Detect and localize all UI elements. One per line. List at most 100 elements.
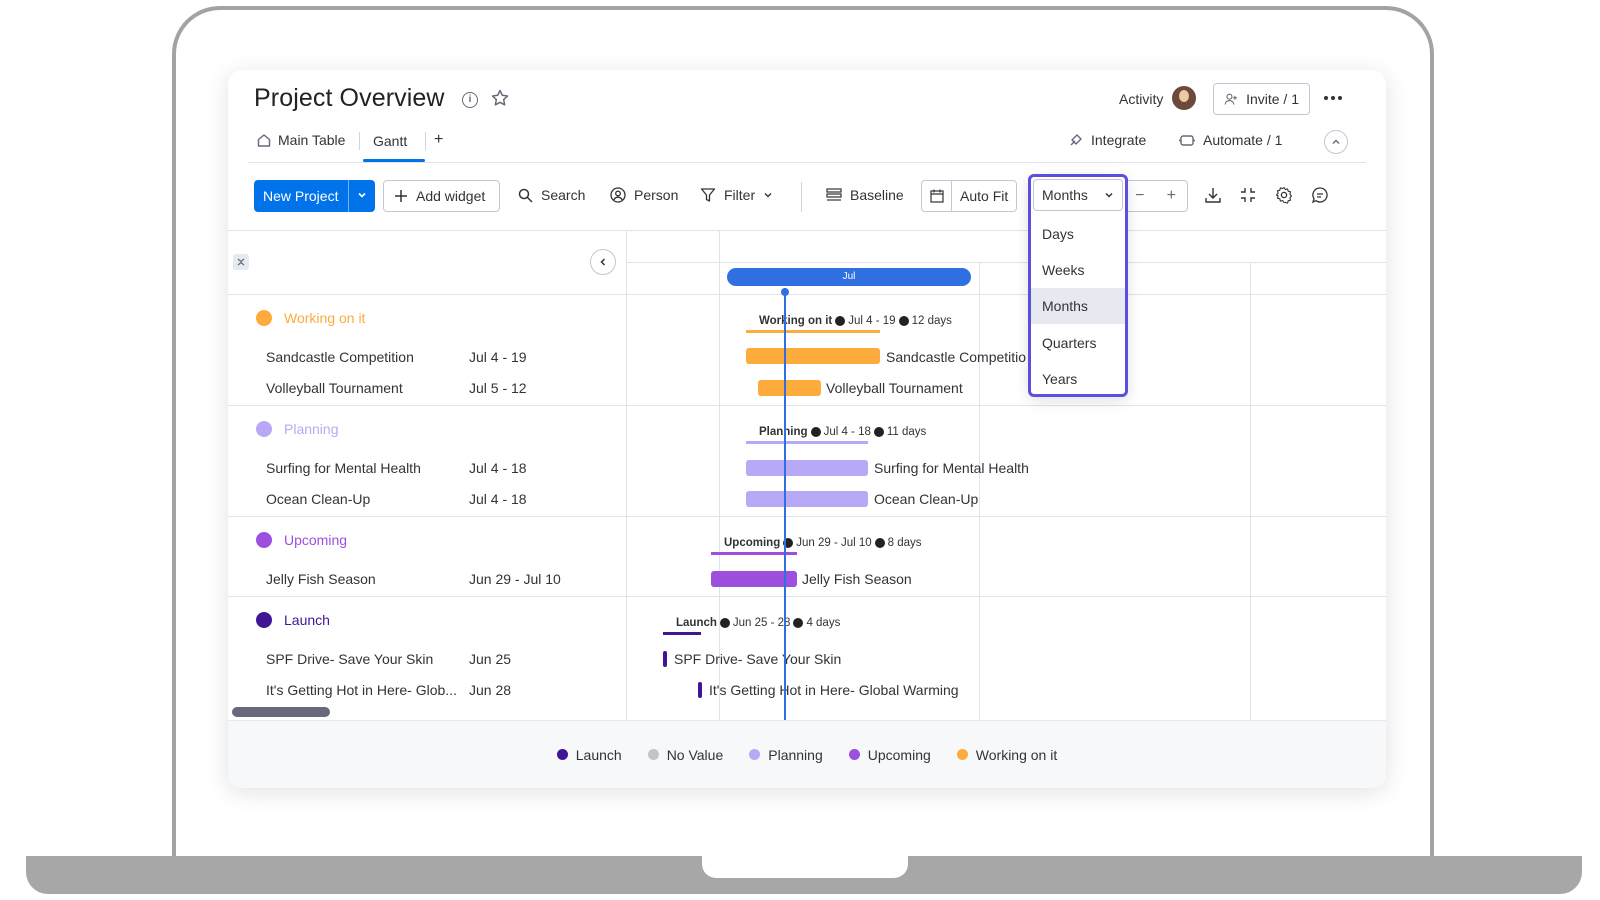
group-name[interactable]: Upcoming: [284, 532, 347, 548]
item-name[interactable]: Sandcastle Competition: [266, 349, 414, 365]
legend-item-working-on-it[interactable]: Working on it: [956, 747, 1057, 763]
invite-button[interactable]: Invite / 1: [1213, 83, 1310, 115]
chat-icon[interactable]: [1311, 186, 1329, 209]
gantt-bar[interactable]: [698, 682, 702, 698]
gantt-bar[interactable]: [746, 460, 868, 476]
activity-label[interactable]: Activity: [1119, 91, 1163, 107]
gantt-bar-label: It's Getting Hot in Here- Global Warming: [709, 682, 959, 698]
search-button[interactable]: Search: [518, 187, 585, 203]
legend-item-upcoming[interactable]: Upcoming: [848, 747, 931, 763]
chevron-down-icon[interactable]: [349, 190, 375, 203]
horizontal-scrollbar[interactable]: [232, 707, 330, 717]
month-header-jul: Jul: [727, 268, 971, 286]
chevron-left-icon: [600, 258, 606, 266]
item-dates: Jun 28: [469, 682, 512, 698]
group-dot-planning: [256, 421, 272, 437]
group-name[interactable]: Launch: [284, 612, 330, 628]
collapse-header-button[interactable]: [1324, 130, 1348, 154]
tab-main-table-label: Main Table: [278, 132, 346, 148]
item-name[interactable]: Volleyball Tournament: [266, 380, 403, 396]
tab-gantt[interactable]: Gantt: [373, 133, 407, 149]
auto-fit-label: Auto Fit: [960, 188, 1009, 204]
avatar[interactable]: [1172, 86, 1196, 110]
item-name[interactable]: Jelly Fish Season: [266, 571, 376, 587]
automate-button[interactable]: Automate / 1: [1178, 132, 1282, 148]
gantt-bar[interactable]: [746, 348, 880, 364]
legend-item-no-value[interactable]: No Value: [647, 746, 724, 763]
integrate-label: Integrate: [1091, 132, 1147, 148]
tab-divider: [425, 132, 426, 150]
collapse-all-icon[interactable]: [233, 254, 249, 270]
plus-icon: [395, 190, 407, 202]
timeline-gridline: [719, 230, 720, 720]
legend-dot: [749, 749, 761, 760]
timescale-option-months[interactable]: Months: [1031, 288, 1125, 324]
integrate-icon: [1070, 134, 1082, 146]
legend-dot: [647, 749, 659, 760]
legend-dot: [848, 749, 860, 760]
settings-icon[interactable]: [1275, 186, 1293, 209]
new-project-button[interactable]: New Project: [254, 180, 375, 212]
legend-label: No Value: [666, 746, 724, 763]
search-icon: [518, 188, 533, 203]
integrate-button[interactable]: Integrate: [1068, 132, 1146, 148]
legend-dot: [956, 749, 968, 760]
today-line: [784, 288, 786, 720]
group-name[interactable]: Working on it: [284, 310, 365, 326]
item-dates: Jul 4 - 18: [469, 491, 527, 507]
item-name[interactable]: Surfing for Mental Health: [266, 460, 421, 476]
legend-item-planning[interactable]: Planning: [749, 747, 823, 763]
item-name[interactable]: It's Getting Hot in Here- Glob...: [266, 682, 457, 698]
zoom-in-button[interactable]: +: [1167, 187, 1176, 205]
star-icon[interactable]: [490, 88, 510, 113]
tab-main-table[interactable]: Main Table: [256, 132, 345, 148]
add-widget-label: Add widget: [416, 188, 486, 204]
legend-label: Planning: [768, 746, 823, 763]
add-view-button[interactable]: +: [434, 131, 443, 149]
gantt-bar[interactable]: [758, 380, 821, 396]
group-divider: [228, 596, 1386, 597]
baseline-button[interactable]: Baseline: [826, 187, 904, 203]
dot-icon: [810, 427, 821, 437]
gantt-bar-label: Ocean Clean-Up: [874, 491, 979, 507]
group-dot-launch: [256, 612, 272, 628]
legend-item-launch[interactable]: Launch: [556, 746, 622, 763]
zoom-out-button[interactable]: −: [1135, 187, 1144, 205]
filter-button[interactable]: Filter: [700, 187, 773, 203]
timescale-dropdown: Months Days Weeks Months Quarters Years: [1028, 174, 1128, 397]
summary-name: Upcoming: [724, 537, 781, 549]
person-filter-button[interactable]: Person: [610, 187, 678, 203]
download-icon[interactable]: [1204, 186, 1222, 209]
item-name[interactable]: SPF Drive- Save Your Skin: [266, 651, 433, 667]
auto-fit-button[interactable]: Auto Fit: [921, 180, 1017, 212]
legend-label: Launch: [575, 746, 622, 763]
gantt-bar[interactable]: [746, 491, 868, 507]
add-widget-button[interactable]: Add widget: [383, 180, 500, 212]
summary-range: Jun 29 - Jul 10: [796, 537, 872, 549]
dot-icon: [898, 316, 909, 326]
collapse-table-button[interactable]: [590, 249, 616, 275]
person-add-icon: [1224, 93, 1237, 105]
timescale-option-quarters[interactable]: Quarters: [1031, 325, 1125, 361]
group-summary: Upcoming Jun 29 - Jul 10 8 days: [724, 537, 922, 549]
new-project-label: New Project: [263, 188, 339, 204]
item-dates: Jun 29 - Jul 10: [469, 571, 561, 587]
dot-icon: [873, 427, 884, 437]
home-icon: [257, 134, 271, 147]
item-name[interactable]: Ocean Clean-Up: [266, 491, 370, 507]
info-icon[interactable]: i: [462, 92, 478, 108]
gantt-bar[interactable]: [663, 651, 667, 667]
tab-divider: [359, 132, 360, 150]
group-dot-working-on-it: [256, 310, 272, 326]
toolbar-divider: [801, 182, 802, 212]
timescale-select[interactable]: Months: [1033, 179, 1123, 211]
group-name[interactable]: Planning: [284, 421, 339, 437]
fullscreen-icon[interactable]: [1239, 186, 1257, 209]
timescale-option-weeks[interactable]: Weeks: [1031, 252, 1125, 288]
filter-label: Filter: [724, 187, 756, 203]
timescale-option-years[interactable]: Years: [1031, 361, 1125, 397]
timescale-option-days[interactable]: Days: [1031, 216, 1125, 252]
laptop-notch: [702, 856, 908, 878]
header-divider: [248, 162, 1366, 163]
more-options-icon[interactable]: [1324, 96, 1342, 100]
